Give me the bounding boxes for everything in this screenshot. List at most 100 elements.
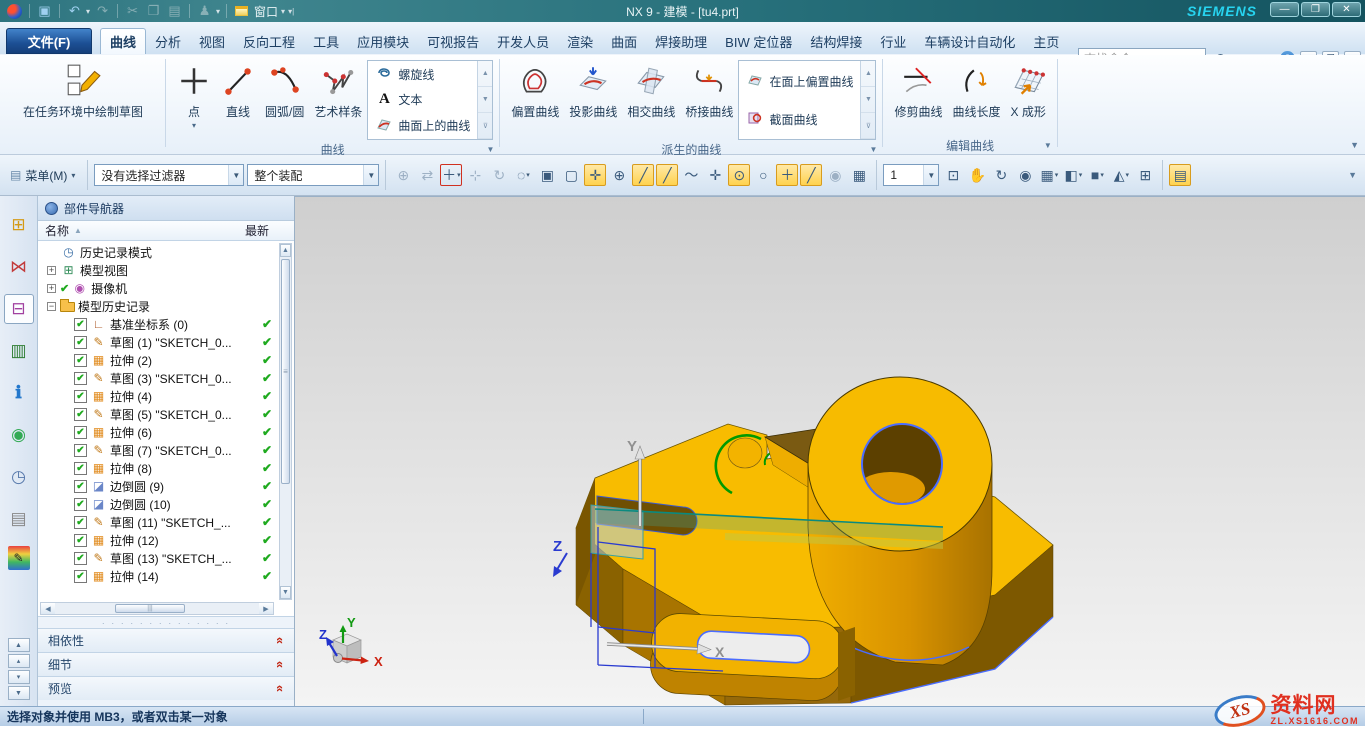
tree-item[interactable]: ✔ ✎ 草图 (3) "SKETCH_0... ✔ (38, 369, 294, 387)
tab-reverse-engineering[interactable]: 反向工程 (234, 28, 304, 54)
helix-item[interactable]: 螺旋线 (372, 63, 473, 87)
tab-curve[interactable]: 曲线 (100, 28, 146, 54)
tab-tools[interactable]: 工具 (304, 28, 348, 54)
feature-checkbox[interactable]: ✔ (74, 318, 87, 331)
panel-details[interactable]: 细节 « (38, 652, 294, 676)
redo-icon[interactable]: ↷ (94, 3, 111, 19)
panel-preview[interactable]: 预览 « (38, 676, 294, 700)
dynamic-wcs-icon[interactable]: ⊕ (608, 164, 630, 186)
curve-length-button[interactable]: 曲线长度 (947, 58, 1005, 136)
pan-icon[interactable]: ✋ (966, 164, 988, 186)
feature-label[interactable]: 拉伸 (6) (110, 424, 152, 441)
scroll-down-icon[interactable]: ▾ (8, 670, 30, 684)
filter-dropdown-icon[interactable]: ▼ (228, 165, 243, 185)
tab-structural-weld[interactable]: 结构焊接 (801, 28, 871, 54)
bridge-curve-button[interactable]: 桥接曲线 (680, 58, 738, 136)
resource-item[interactable]: ◉ (4, 420, 34, 450)
expand-icon[interactable]: + (47, 266, 56, 275)
feature-checkbox[interactable]: ✔ (74, 426, 87, 439)
feature-checkbox[interactable]: ✔ (74, 462, 87, 475)
window-layout-icon[interactable]: ▦ (1038, 164, 1060, 186)
snap-pole-icon[interactable]: ✛ (704, 164, 726, 186)
feature-label[interactable]: 基准坐标系 (0) (110, 316, 188, 333)
window-restore-button[interactable]: ❐ (1301, 2, 1330, 17)
panel-dependencies[interactable]: 相依性 « (38, 628, 294, 652)
tree-item[interactable]: ✔ ✎ 草图 (5) "SKETCH_0... ✔ (38, 405, 294, 423)
tab-view[interactable]: 视图 (190, 28, 234, 54)
copy-icon[interactable]: ❐ (145, 3, 162, 19)
feature-label[interactable]: 草图 (3) "SKETCH_0... (110, 370, 232, 387)
tab-visual-reporting[interactable]: 可视报告 (418, 28, 488, 54)
command-dropdown-icon[interactable]: ▾ (216, 7, 220, 16)
scroll-left-arrow-icon[interactable]: ◀ (41, 603, 55, 614)
snap-sphere-icon[interactable]: ◉ (824, 164, 846, 186)
selection-scope-combo[interactable]: 整个装配▼ (247, 164, 379, 186)
x-form-button[interactable]: X 成形 (1005, 58, 1050, 136)
studio-spline-button[interactable]: 艺术样条 (309, 58, 367, 136)
shade-tool-icon[interactable]: ◉ (1014, 164, 1036, 186)
feature-checkbox[interactable]: ✔ (74, 336, 87, 349)
resource-item[interactable]: ⊟ (4, 294, 34, 324)
snap-point-menu-icon[interactable]: ＋ (440, 164, 462, 186)
window-menu[interactable]: 窗口 (254, 3, 278, 20)
work-layer-combo[interactable]: 1▼ (883, 164, 939, 186)
tab-weld-assistant[interactable]: 焊接助理 (646, 28, 716, 54)
tab-developer[interactable]: 开发人员 (488, 28, 558, 54)
tab-biw-locator[interactable]: BIW 定位器 (716, 28, 801, 54)
tab-home[interactable]: 主页 (1024, 28, 1068, 54)
lasso-select-icon[interactable]: ◌ (512, 164, 534, 186)
view-orient-icon[interactable]: ■ (1086, 164, 1108, 186)
tree-item[interactable]: ✔ ✎ 草图 (1) "SKETCH_0... ✔ (38, 333, 294, 351)
resource-item[interactable]: ▥ (4, 336, 34, 366)
snap-midpoint-icon[interactable]: ╱ (656, 164, 678, 186)
feature-checkbox[interactable]: ✔ (74, 516, 87, 529)
feature-checkbox[interactable]: ✔ (74, 498, 87, 511)
tree-item[interactable]: ✔ ▦ 拉伸 (4) ✔ (38, 387, 294, 405)
feature-label[interactable]: 拉伸 (14) (110, 568, 159, 585)
resource-item[interactable]: ⊞ (4, 210, 34, 240)
feature-checkbox[interactable]: ✔ (74, 570, 87, 583)
scroll-right-arrow-icon[interactable]: ▶ (259, 603, 273, 614)
gallery-expand-icon[interactable]: ⊽ (861, 113, 875, 139)
scroll-bottom-icon[interactable]: ▼ (8, 686, 30, 700)
gallery-down-icon[interactable]: ▼ (478, 87, 492, 113)
feature-label[interactable]: 拉伸 (8) (110, 460, 152, 477)
zoom-window-icon[interactable]: ⊡ (942, 164, 964, 186)
offset-curve-button[interactable]: 偏置曲线 (506, 58, 564, 136)
edit-group-dropdown-icon[interactable]: ▼ (1044, 141, 1052, 150)
collapse-chevron-icon[interactable]: « (273, 685, 288, 692)
feature-label[interactable]: 草图 (7) "SKETCH_0... (110, 442, 232, 459)
feature-checkbox[interactable]: ✔ (74, 480, 87, 493)
feature-checkbox[interactable]: ✔ (74, 408, 87, 421)
window-minimize-button[interactable]: — (1270, 2, 1299, 17)
scope-dropdown-icon[interactable]: ▼ (363, 165, 378, 185)
tree-item[interactable]: ✔ ▦ 拉伸 (14) ✔ (38, 567, 294, 585)
measure-ruler-icon[interactable]: ▤ (1169, 164, 1191, 186)
latest-column-label[interactable]: 最新 (245, 222, 269, 239)
tab-render[interactable]: 渲染 (558, 28, 602, 54)
tree-item[interactable]: ✔ ✎ 草图 (11) "SKETCH_... ✔ (38, 513, 294, 531)
rotate-csys-icon[interactable]: ↻ (488, 164, 510, 186)
curve-group-dropdown-icon[interactable]: ▼ (486, 145, 494, 154)
line-button[interactable]: 直线 (216, 58, 260, 136)
tree-vertical-scrollbar[interactable]: ▲ ≡ ▼ (279, 243, 292, 600)
tree-horizontal-scrollbar[interactable]: ◀ ||| ▶ (40, 602, 274, 615)
tree-item[interactable]: ✔ ▦ 拉伸 (12) ✔ (38, 531, 294, 549)
resource-item[interactable]: ▤ (4, 504, 34, 534)
file-menu-button[interactable]: 文件(F) (6, 28, 92, 54)
gallery-down-icon[interactable]: ▼ (861, 87, 875, 113)
tree-item[interactable]: ✔ ✎ 草图 (13) "SKETCH_... ✔ (38, 549, 294, 567)
resource-item[interactable]: ⋈ (4, 252, 34, 282)
feature-checkbox[interactable]: ✔ (74, 534, 87, 547)
arc-circle-button[interactable]: 圆弧/圆 (260, 58, 309, 136)
paste-icon[interactable]: ▤ (166, 3, 183, 19)
feature-checkbox[interactable]: ✔ (74, 552, 87, 565)
tree-item[interactable]: ✔ ✎ 草图 (7) "SKETCH_0... ✔ (38, 441, 294, 459)
feature-label[interactable]: 历史记录模式 (80, 244, 152, 261)
derived-group-dropdown-icon[interactable]: ▼ (870, 145, 878, 154)
selection-filter-combo[interactable]: 没有选择过滤器▼ (94, 164, 244, 186)
snap-intersection-icon[interactable]: ＋ (776, 164, 798, 186)
collapse-chevron-icon[interactable]: « (273, 661, 288, 668)
panel-resize-grip[interactable]: · · · · · · · · · · · · · · (38, 617, 294, 628)
gallery-up-icon[interactable]: ▲ (861, 61, 875, 87)
